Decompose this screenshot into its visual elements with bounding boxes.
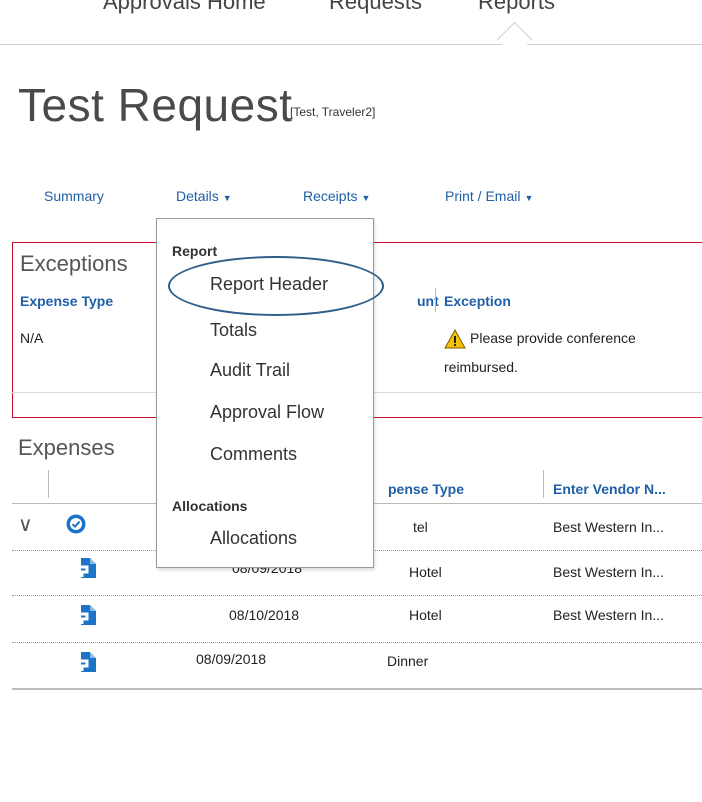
col-vendor[interactable]: Enter Vendor N... [553, 481, 666, 497]
vendor: Best Western In... [553, 607, 665, 623]
top-navigation: Approvals Home Requests Reports [0, 0, 702, 58]
menu-item-comments[interactable]: Comments [210, 444, 297, 465]
exceptions-title: Exceptions [20, 251, 128, 276]
tab-details-label: Details [176, 188, 219, 204]
menu-group-report: Report [172, 243, 218, 259]
menu-item-audit-trail[interactable]: Audit Trail [210, 360, 290, 381]
tab-summary[interactable]: Summary [44, 188, 104, 204]
highlight-ellipse [168, 256, 384, 316]
column-divider [435, 288, 436, 312]
tab-summary-label: Summary [44, 188, 104, 204]
expense-date: 08/10/2018 [229, 607, 300, 623]
expense-type: tel [413, 519, 428, 535]
menu-item-totals[interactable]: Totals [210, 320, 257, 341]
col-expense-type[interactable]: Expense Type [20, 293, 113, 309]
tab-receipts[interactable]: Receipts ▼ [303, 188, 370, 204]
expense-document-icon[interactable] [78, 558, 96, 578]
menu-item-allocations[interactable]: Allocations [210, 528, 297, 549]
expense-document-icon[interactable] [78, 652, 96, 672]
nav-approvals-home[interactable]: Approvals Home [103, 0, 266, 15]
menu-item-approval-flow[interactable]: Approval Flow [210, 402, 324, 423]
column-divider [48, 470, 49, 498]
expense-date: 08/09/2018 [196, 651, 267, 667]
column-divider [543, 470, 544, 498]
expense-type: Dinner [387, 653, 429, 669]
caret-down-icon: ▼ [524, 193, 534, 203]
chevron-down-icon[interactable]: ∨ [18, 512, 33, 537]
tab-print-email-label: Print / Email [445, 188, 521, 204]
exception-message: Please provide conference [470, 330, 636, 346]
expense-type: Hotel [409, 564, 442, 580]
tab-receipts-label: Receipts [303, 188, 358, 204]
active-nav-indicator [496, 21, 533, 58]
warning-icon [444, 329, 466, 349]
nav-requests[interactable]: Requests [329, 0, 422, 15]
row-divider [12, 642, 702, 643]
menu-group-allocations: Allocations [172, 498, 248, 514]
exception-message-continued: reimbursed. [444, 359, 518, 375]
page-title: Test Request [18, 79, 293, 131]
caret-down-icon: ▼ [222, 193, 232, 203]
report-owner: [Test, Traveler2] [290, 105, 376, 119]
vendor: Best Western In... [553, 519, 665, 535]
exception-expense-type: N/A [20, 330, 44, 346]
caret-down-icon: ▼ [361, 193, 371, 203]
expenses-title: Expenses [18, 435, 115, 460]
vendor: Best Western In... [553, 564, 665, 580]
tab-print-email[interactable]: Print / Email ▼ [445, 188, 533, 204]
row-divider [12, 595, 702, 596]
expense-type: Hotel [409, 607, 442, 623]
tab-details[interactable]: Details ▼ [176, 188, 232, 204]
nav-reports[interactable]: Reports [478, 0, 555, 15]
approved-expense-icon[interactable] [66, 514, 86, 534]
col-expense-type[interactable]: pense Type [388, 481, 464, 497]
col-exception[interactable]: Exception [444, 293, 511, 309]
expense-document-icon[interactable] [78, 605, 96, 625]
table-bottom-border [12, 688, 702, 690]
